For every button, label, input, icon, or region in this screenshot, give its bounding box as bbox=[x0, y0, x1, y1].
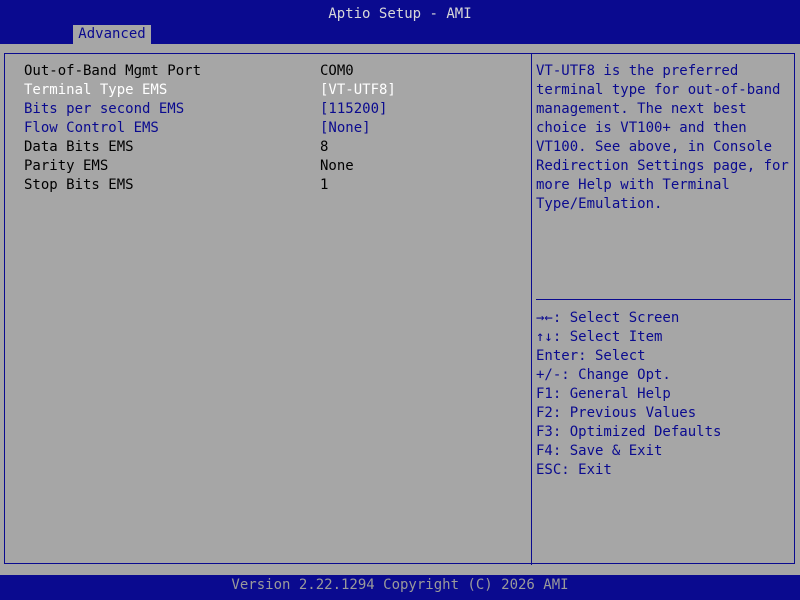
setting-value[interactable]: [115200] bbox=[320, 100, 387, 119]
bios-screen: Aptio Setup - AMI Advanced Out-of-Band M… bbox=[0, 0, 800, 600]
app-title: Aptio Setup - AMI bbox=[328, 6, 472, 22]
help-line: VT100. See above, in Console bbox=[536, 139, 773, 155]
panel-divider bbox=[531, 53, 532, 565]
setting-label: Stop Bits EMS bbox=[24, 177, 134, 193]
setting-terminal-type-ems[interactable]: Terminal Type EMS [VT-UTF8] bbox=[24, 81, 524, 100]
key-legend: →←: Select Screen ↑↓: Select Item Enter:… bbox=[536, 309, 792, 480]
tab-advanced[interactable]: Advanced bbox=[73, 25, 151, 44]
setting-out-of-band-mgmt-port: Out-of-Band Mgmt Port COM0 bbox=[24, 62, 524, 81]
key-save-exit: F4: Save & Exit bbox=[536, 443, 663, 459]
help-line: Type/Emulation. bbox=[536, 196, 663, 212]
title-bar: Aptio Setup - AMI Advanced bbox=[0, 0, 800, 44]
setting-bits-per-second-ems[interactable]: Bits per second EMS [115200] bbox=[24, 100, 524, 119]
setting-data-bits-ems: Data Bits EMS 8 bbox=[24, 138, 524, 157]
setting-label: Parity EMS bbox=[24, 158, 109, 174]
help-line: VT-UTF8 is the preferred bbox=[536, 63, 739, 79]
setting-value: 1 bbox=[320, 177, 329, 193]
setting-label: Flow Control EMS bbox=[24, 120, 159, 136]
help-line: management. The next best bbox=[536, 101, 747, 117]
setting-label: Bits per second EMS bbox=[24, 101, 185, 117]
help-line: choice is VT100+ and then bbox=[536, 120, 747, 136]
setting-value: 8 bbox=[320, 139, 329, 155]
setting-parity-ems: Parity EMS None bbox=[24, 157, 524, 176]
key-general-help: F1: General Help bbox=[536, 386, 671, 402]
key-change-opt: +/-: Change Opt. bbox=[536, 367, 671, 383]
setting-value[interactable]: [None] bbox=[320, 119, 371, 138]
setting-stop-bits-ems: Stop Bits EMS 1 bbox=[24, 176, 524, 195]
setting-flow-control-ems[interactable]: Flow Control EMS [None] bbox=[24, 119, 524, 138]
setting-label: Terminal Type EMS bbox=[24, 82, 168, 98]
key-optimized-defaults: F3: Optimized Defaults bbox=[536, 424, 722, 440]
help-divider bbox=[536, 299, 791, 300]
footer-bar: Version 2.22.1294 Copyright (C) 2026 AMI bbox=[0, 575, 800, 600]
setting-value: None bbox=[320, 158, 354, 174]
setting-value: COM0 bbox=[320, 63, 354, 79]
key-select-screen: →←: Select Screen bbox=[536, 310, 680, 326]
setting-value[interactable]: [VT-UTF8] bbox=[320, 81, 396, 100]
key-select-item: ↑↓: Select Item bbox=[536, 329, 663, 345]
key-exit: ESC: Exit bbox=[536, 462, 612, 478]
help-line: Redirection Settings page, for bbox=[536, 158, 789, 174]
version-copyright: Version 2.22.1294 Copyright (C) 2026 AMI bbox=[231, 577, 569, 593]
help-panel: VT-UTF8 is the preferred terminal type f… bbox=[536, 62, 792, 214]
key-enter-select: Enter: Select bbox=[536, 348, 646, 364]
setting-label: Data Bits EMS bbox=[24, 139, 134, 155]
setting-label: Out-of-Band Mgmt Port bbox=[24, 63, 202, 79]
help-line: more Help with Terminal bbox=[536, 177, 730, 193]
help-line: terminal type for out-of-band bbox=[536, 82, 781, 98]
key-previous-values: F2: Previous Values bbox=[536, 405, 697, 421]
